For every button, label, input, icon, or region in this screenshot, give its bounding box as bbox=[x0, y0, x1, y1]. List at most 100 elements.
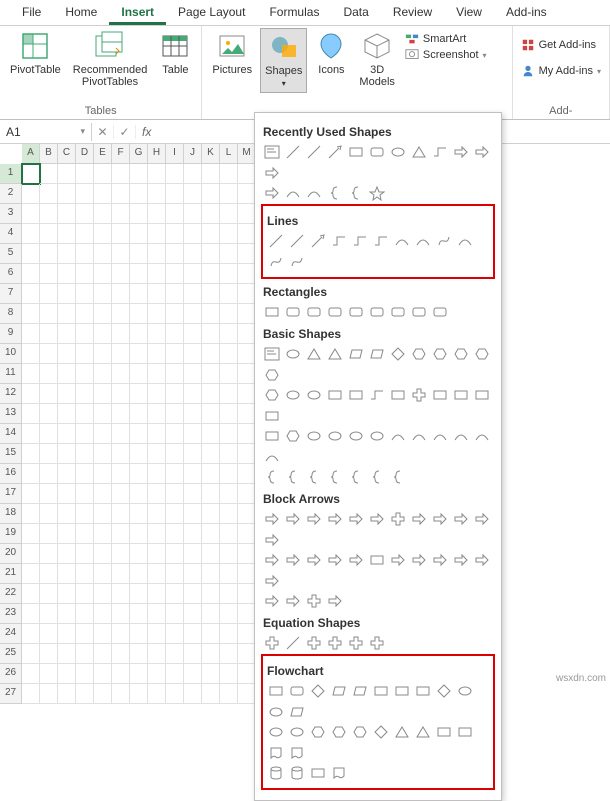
cell[interactable] bbox=[76, 284, 94, 304]
cell[interactable] bbox=[130, 644, 148, 664]
shape-option[interactable] bbox=[263, 427, 281, 445]
cell[interactable] bbox=[166, 684, 184, 704]
cell[interactable] bbox=[184, 624, 202, 644]
shape-option[interactable] bbox=[368, 184, 386, 202]
shape-option[interactable] bbox=[284, 634, 302, 652]
cell[interactable] bbox=[202, 544, 220, 564]
cell[interactable] bbox=[220, 164, 238, 184]
shape-option[interactable] bbox=[414, 723, 432, 741]
cell[interactable] bbox=[130, 284, 148, 304]
cell[interactable] bbox=[40, 664, 58, 684]
cell[interactable] bbox=[112, 244, 130, 264]
shape-option[interactable] bbox=[435, 682, 453, 700]
shape-option[interactable] bbox=[473, 551, 491, 569]
cell[interactable] bbox=[148, 504, 166, 524]
cell[interactable] bbox=[202, 624, 220, 644]
cell[interactable] bbox=[166, 424, 184, 444]
shape-option[interactable] bbox=[368, 510, 386, 528]
shape-option[interactable] bbox=[368, 427, 386, 445]
cell[interactable] bbox=[58, 444, 76, 464]
cell[interactable] bbox=[76, 564, 94, 584]
shape-option[interactable] bbox=[263, 303, 281, 321]
cell[interactable] bbox=[22, 664, 40, 684]
cell[interactable] bbox=[130, 184, 148, 204]
cell[interactable] bbox=[22, 524, 40, 544]
cell[interactable] bbox=[184, 344, 202, 364]
cell[interactable] bbox=[166, 404, 184, 424]
cell[interactable] bbox=[58, 244, 76, 264]
shape-option[interactable] bbox=[452, 427, 470, 445]
cell[interactable] bbox=[220, 464, 238, 484]
cell[interactable] bbox=[220, 204, 238, 224]
shape-option[interactable] bbox=[305, 592, 323, 610]
cell[interactable] bbox=[202, 184, 220, 204]
shape-option[interactable] bbox=[435, 232, 453, 250]
cell[interactable] bbox=[202, 584, 220, 604]
cell[interactable] bbox=[166, 344, 184, 364]
shape-option[interactable] bbox=[288, 723, 306, 741]
cell[interactable] bbox=[166, 204, 184, 224]
cell[interactable] bbox=[184, 384, 202, 404]
cell[interactable] bbox=[94, 504, 112, 524]
shape-option[interactable] bbox=[473, 386, 491, 404]
cell[interactable] bbox=[112, 404, 130, 424]
cell[interactable] bbox=[166, 604, 184, 624]
shape-option[interactable] bbox=[393, 682, 411, 700]
column-header[interactable]: H bbox=[148, 144, 166, 164]
cell[interactable] bbox=[202, 424, 220, 444]
shape-option[interactable] bbox=[263, 366, 281, 384]
tab-review[interactable]: Review bbox=[381, 0, 444, 25]
row-header[interactable]: 24 bbox=[0, 624, 22, 644]
table-button[interactable]: Table bbox=[155, 28, 195, 78]
cell[interactable] bbox=[166, 564, 184, 584]
cell[interactable] bbox=[76, 444, 94, 464]
shape-option[interactable] bbox=[393, 232, 411, 250]
shape-option[interactable] bbox=[431, 143, 449, 161]
cell[interactable] bbox=[148, 304, 166, 324]
cell[interactable] bbox=[22, 224, 40, 244]
shape-option[interactable] bbox=[431, 427, 449, 445]
cell[interactable] bbox=[112, 344, 130, 364]
cell[interactable] bbox=[76, 664, 94, 684]
shape-option[interactable] bbox=[284, 551, 302, 569]
cell[interactable] bbox=[148, 224, 166, 244]
cell[interactable] bbox=[112, 524, 130, 544]
shape-option[interactable] bbox=[309, 232, 327, 250]
row-header[interactable]: 19 bbox=[0, 524, 22, 544]
cell[interactable] bbox=[76, 404, 94, 424]
row-header[interactable]: 8 bbox=[0, 304, 22, 324]
cell[interactable] bbox=[184, 464, 202, 484]
shape-option[interactable] bbox=[452, 345, 470, 363]
cell[interactable] bbox=[130, 304, 148, 324]
cell[interactable] bbox=[148, 424, 166, 444]
shape-option[interactable] bbox=[305, 303, 323, 321]
shape-option[interactable] bbox=[368, 303, 386, 321]
cell[interactable] bbox=[148, 384, 166, 404]
shape-option[interactable] bbox=[263, 184, 281, 202]
cell[interactable] bbox=[22, 184, 40, 204]
shape-option[interactable] bbox=[347, 427, 365, 445]
cell[interactable] bbox=[40, 604, 58, 624]
row-header[interactable]: 16 bbox=[0, 464, 22, 484]
shape-option[interactable] bbox=[267, 253, 285, 271]
tab-home[interactable]: Home bbox=[53, 0, 109, 25]
cell[interactable] bbox=[58, 364, 76, 384]
cancel-formula-button[interactable]: ✕ bbox=[92, 125, 114, 139]
cell[interactable] bbox=[94, 344, 112, 364]
row-header[interactable]: 5 bbox=[0, 244, 22, 264]
shape-option[interactable] bbox=[330, 764, 348, 782]
row-header[interactable]: 12 bbox=[0, 384, 22, 404]
shape-option[interactable] bbox=[305, 510, 323, 528]
cell[interactable] bbox=[148, 464, 166, 484]
cell[interactable] bbox=[22, 624, 40, 644]
cell[interactable] bbox=[94, 304, 112, 324]
row-header[interactable]: 13 bbox=[0, 404, 22, 424]
shape-option[interactable] bbox=[284, 184, 302, 202]
shape-option[interactable] bbox=[452, 510, 470, 528]
cell[interactable] bbox=[22, 384, 40, 404]
cell[interactable] bbox=[22, 364, 40, 384]
shape-option[interactable] bbox=[267, 744, 285, 762]
shape-option[interactable] bbox=[393, 723, 411, 741]
cell[interactable] bbox=[220, 224, 238, 244]
cell[interactable] bbox=[94, 424, 112, 444]
